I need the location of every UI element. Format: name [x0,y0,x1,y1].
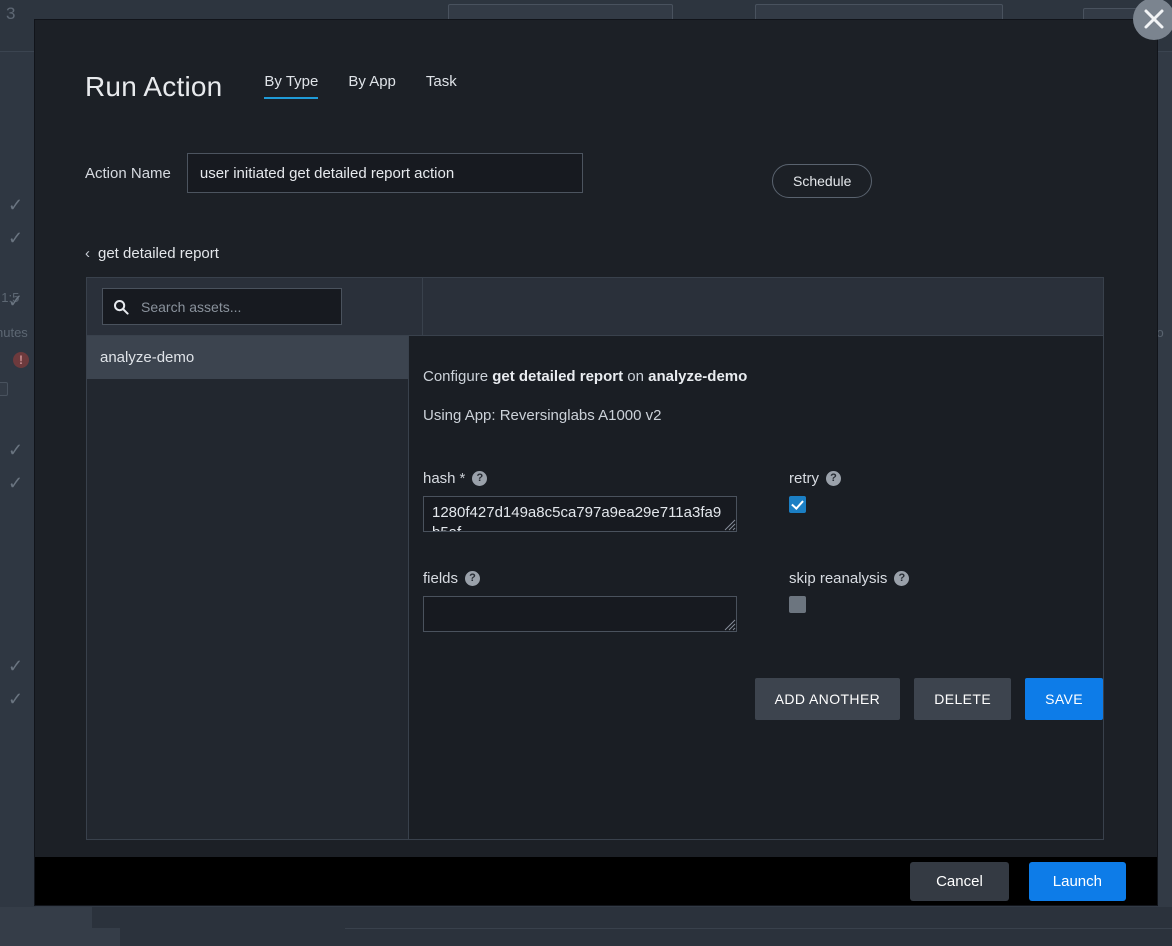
launch-button[interactable]: Launch [1028,861,1126,901]
configure-title: Configure get detailed report on analyze… [423,368,1103,385]
background-left-column [0,52,36,946]
field-fields-label-text: fields [423,570,459,587]
background-corner-number: 3 [6,4,16,23]
panel-header [87,278,1103,336]
toggle-retry: retry ? [789,470,1103,532]
background-error-icon: ! [13,352,29,368]
toggle-skip-reanalysis: skip reanalysis ? [789,570,1103,632]
parameters-form: hash * ? 1280f427d149a8c5ca797a9ea29e711… [423,470,1103,632]
background-check-icon: ✓ [8,656,24,676]
background-check-icon: ✓ [8,689,24,709]
toggle-skip-reanalysis-label-text: skip reanalysis [789,570,888,587]
help-icon[interactable]: ? [465,571,481,586]
field-fields-label: fields ? [423,570,765,587]
background-check-icon: ✓ [8,440,24,460]
search-icon [113,299,129,315]
background-check-icon: ✓ [8,228,24,248]
configure-title-action: get detailed report [492,368,624,385]
using-app-label: Using App: Reversinglabs A1000 v2 [423,407,662,424]
run-action-modal: Run Action By Type By App Task Action Na… [35,20,1157,905]
breadcrumb[interactable]: ‹ get detailed report [85,245,219,262]
search-input[interactable] [139,297,331,316]
configure-title-prefix: Configure [423,368,493,385]
modal-tabs: By Type By App Task [264,74,457,101]
toggle-retry-label: retry ? [789,470,1103,487]
skip-reanalysis-checkbox[interactable] [789,596,806,613]
tab-task[interactable]: Task [426,74,457,99]
modal-header: Run Action By Type By App Task [85,73,457,101]
chevron-left-icon: ‹ [85,245,90,262]
action-name-label: Action Name [85,164,171,182]
help-icon[interactable]: ? [826,471,841,486]
configure-title-asset: analyze-demo [648,368,748,385]
save-button[interactable]: SAVE [1025,678,1103,720]
tab-by-app[interactable]: By App [348,74,396,99]
tab-by-type[interactable]: By Type [264,74,319,99]
breadcrumb-label: get detailed report [98,245,219,262]
modal-body: Run Action By Type By App Task Action Na… [35,20,1157,857]
background-small-box [0,382,8,396]
toggle-retry-label-text: retry [789,470,819,487]
background-check-icon: ✓ [8,195,24,215]
search-box[interactable] [102,288,342,325]
delete-button[interactable]: DELETE [914,678,1012,720]
close-icon[interactable] [1133,0,1172,40]
assets-config-panel: analyze-demo Configure get detailed repo… [86,277,1104,840]
field-hash-label: hash * ? [423,470,765,487]
toggle-skip-reanalysis-label: skip reanalysis ? [789,570,1103,587]
background-check-icon: ✓ [8,291,24,311]
action-name-row: Action Name [85,153,583,193]
field-hash-label-text: hash [423,470,456,487]
help-icon[interactable]: ? [472,471,488,486]
hash-input[interactable]: 1280f427d149a8c5ca797a9ea29e711a3fa9b5af [423,496,737,532]
field-fields: fields ? [423,570,765,632]
panel-body: analyze-demo Configure get detailed repo… [87,336,1103,839]
field-hash-input-cell: 1280f427d149a8c5ca797a9ea29e711a3fa9b5af [423,496,737,532]
configure-title-middle: on [623,368,649,385]
schedule-button[interactable]: Schedule [772,164,873,198]
configure-pane: Configure get detailed report on analyze… [409,336,1103,839]
retry-checkbox[interactable] [789,496,806,513]
search-area [87,278,423,335]
background-text-fragment: nutes [0,325,28,340]
required-marker: * [459,470,466,487]
action-name-input[interactable] [186,153,583,193]
config-button-row: ADD ANOTHER DELETE SAVE [423,678,1103,720]
field-hash: hash * ? 1280f427d149a8c5ca797a9ea29e711… [423,470,765,532]
asset-list: analyze-demo [87,336,409,839]
add-another-button[interactable]: ADD ANOTHER [754,678,901,720]
background-check-icon: ✓ [8,473,24,493]
modal-footer: Cancel Launch [35,857,1157,905]
page-title: Run Action [85,71,223,102]
help-icon[interactable]: ? [894,571,910,586]
list-item[interactable]: analyze-demo [87,336,408,379]
cancel-button[interactable]: Cancel [910,861,1009,901]
field-fields-input-cell [423,596,737,632]
fields-input[interactable] [423,596,737,632]
